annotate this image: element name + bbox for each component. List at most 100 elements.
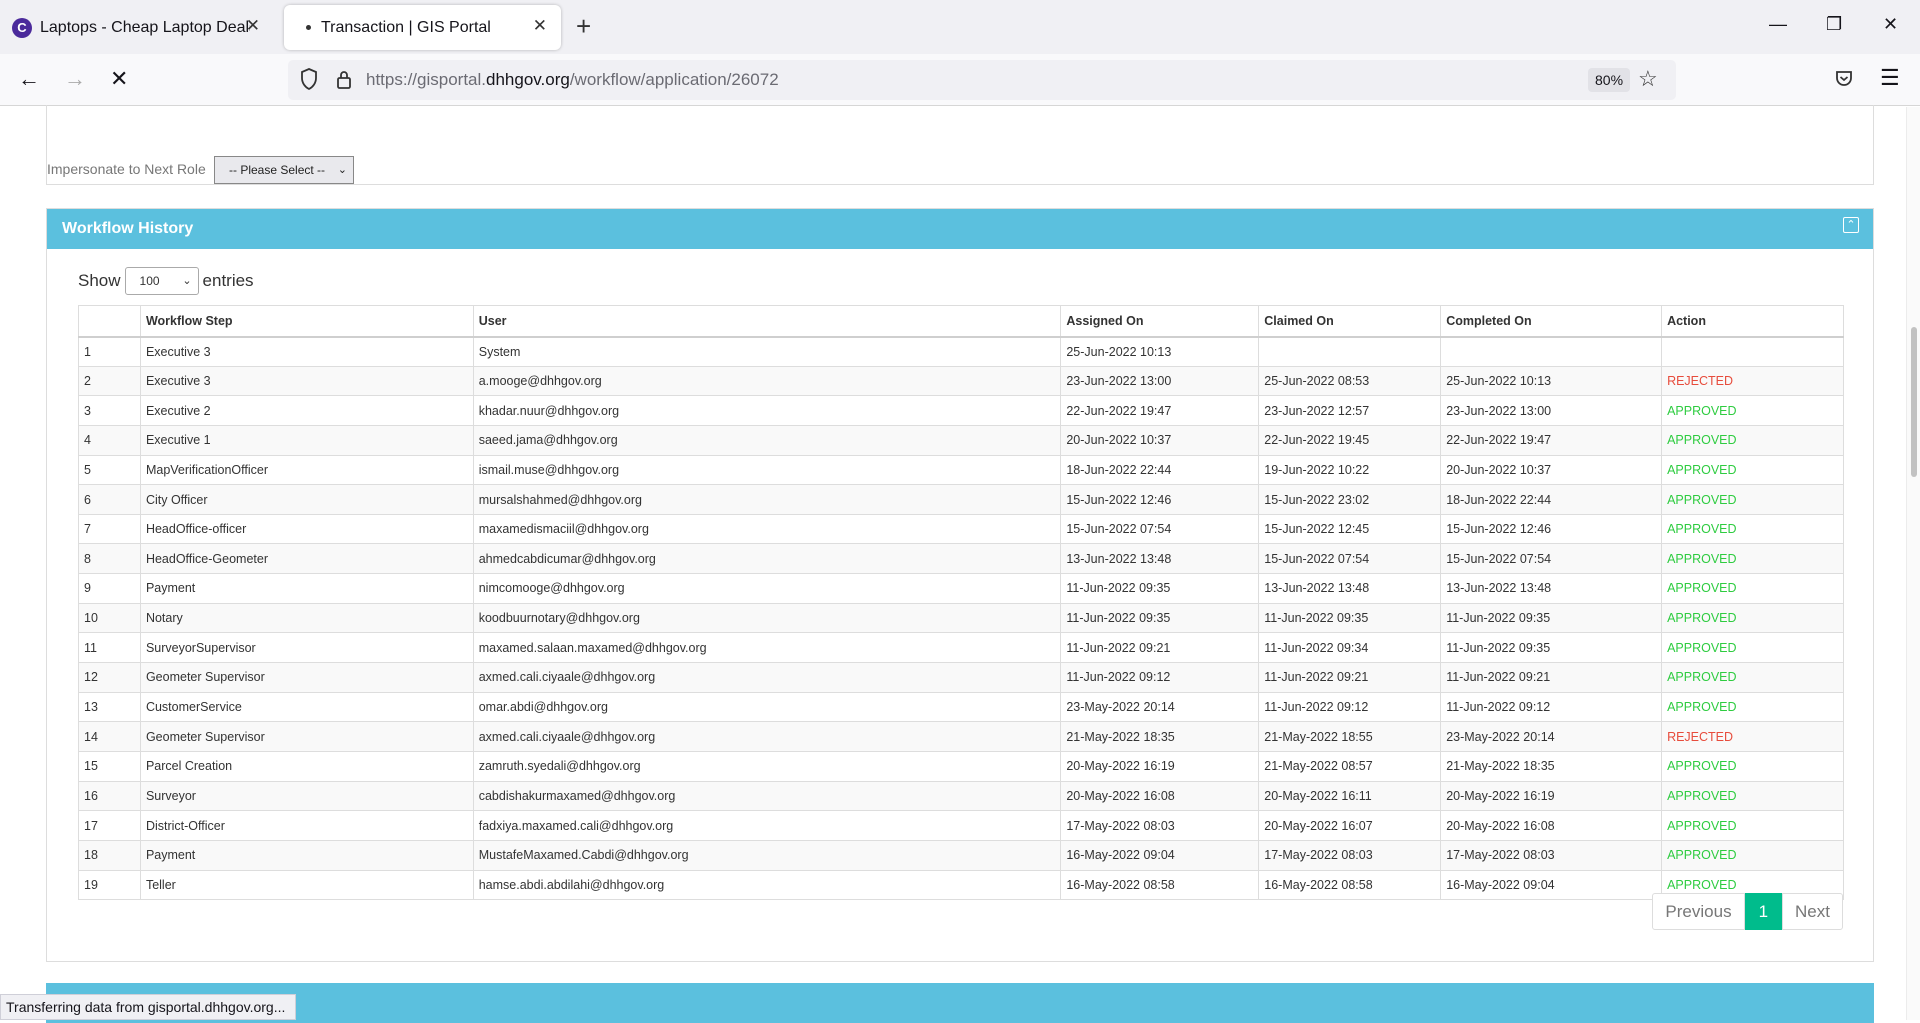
column-header-completed-on[interactable]: Completed On [1440, 305, 1663, 338]
cell-action: APPROVED [1661, 691, 1844, 723]
cell-action: REJECTED [1661, 721, 1844, 752]
cell-user: zamruth.syedali@dhhgov.org [472, 750, 1062, 782]
cell-assigned-on: 11-Jun-2022 09:35 [1060, 573, 1260, 604]
table-row: 17 District-Officer fadxiya.maxamed.cali@d… [78, 810, 1844, 841]
next-page-button[interactable]: Next [1782, 893, 1843, 930]
cell-workflow-step: Executive 2 [139, 395, 474, 426]
cell-workflow-step: Executive 3 [139, 365, 474, 397]
table-row: 19 Teller hamse.abdi.abdilahi@dhhgov.org 16… [78, 869, 1844, 901]
url-prefix: https://gisportal. [366, 70, 487, 89]
table-header-row: Workflow Step User Assigned On Claimed O… [78, 305, 1844, 338]
column-header-user[interactable]: User [472, 305, 1062, 338]
new-tab-icon[interactable]: + [576, 13, 591, 39]
table-row: 16 Surveyor cabdishakurmaxamed@dhhgov.org 2… [78, 780, 1844, 812]
collapse-chevron-up-icon[interactable]: ⌃ [1843, 217, 1859, 233]
cell-index: 1 [78, 336, 141, 367]
cell-index: 18 [78, 839, 141, 871]
next-panel-header[interactable] [46, 983, 1874, 1023]
cell-completed-on: 11-Jun-2022 09:35 [1440, 602, 1663, 634]
column-header-claimed-on[interactable]: Claimed On [1258, 305, 1442, 338]
tab-laptops[interactable]: C Laptops - Cheap Laptop Deals | ✕ [4, 5, 274, 50]
cell-user: maxamed.salaan.maxamed@dhhgov.org [472, 632, 1062, 664]
cell-workflow-step: HeadOffice-officer [139, 513, 474, 545]
cell-index: 3 [78, 395, 141, 426]
cell-workflow-step: SurveyorSupervisor [139, 632, 474, 664]
entries-per-page-select[interactable]: 100 ⌄ [124, 267, 199, 295]
url-text[interactable]: https://gisportal.dhhgov.org/workflow/ap… [366, 70, 779, 90]
cell-assigned-on: 20-May-2022 16:19 [1060, 750, 1260, 782]
zoom-level[interactable]: 80% [1588, 68, 1631, 92]
cell-claimed-on: 13-Jun-2022 13:48 [1258, 573, 1442, 604]
menu-hamburger-icon[interactable]: ☰ [1880, 65, 1900, 91]
entries-selected-value: 100 [139, 274, 160, 288]
close-window-icon[interactable]: ✕ [1883, 14, 1898, 35]
cell-assigned-on: 11-Jun-2022 09:35 [1060, 602, 1260, 634]
tab-title: Laptops - Cheap Laptop Deals | [40, 18, 250, 36]
cell-index: 9 [78, 573, 141, 604]
workflow-history-header[interactable]: Workflow History ⌃ [47, 209, 1873, 249]
pocket-icon[interactable] [1834, 69, 1854, 89]
cell-action: APPROVED [1661, 662, 1844, 693]
cell-action: APPROVED [1661, 484, 1844, 515]
cell-action: APPROVED [1661, 543, 1844, 575]
cell-assigned-on: 18-Jun-2022 22:44 [1060, 454, 1260, 486]
column-header-action[interactable]: Action [1661, 305, 1844, 338]
column-header-workflow-step[interactable]: Workflow Step [139, 305, 474, 338]
lock-icon [337, 71, 351, 89]
cell-completed-on: 20-Jun-2022 10:37 [1440, 454, 1663, 486]
back-arrow-icon[interactable]: ← [18, 66, 40, 92]
cell-assigned-on: 23-May-2022 20:14 [1060, 691, 1260, 723]
cell-index: 19 [78, 869, 141, 901]
previous-page-button[interactable]: Previous [1652, 893, 1745, 930]
cell-assigned-on: 25-Jun-2022 10:13 [1060, 336, 1260, 367]
close-tab-icon[interactable]: ✕ [533, 16, 547, 36]
cell-claimed-on: 17-May-2022 08:03 [1258, 839, 1442, 871]
page-scrollbar[interactable] [1906, 107, 1920, 1020]
cell-assigned-on: 20-May-2022 16:08 [1060, 780, 1260, 812]
scrollbar-thumb[interactable] [1911, 327, 1917, 477]
cell-assigned-on: 16-May-2022 08:58 [1060, 869, 1260, 901]
cell-workflow-step: Payment [139, 573, 474, 604]
cell-index: 14 [78, 721, 141, 752]
column-header-index[interactable] [78, 305, 141, 338]
cell-workflow-step: Payment [139, 839, 474, 871]
cell-index: 15 [78, 750, 141, 782]
cell-workflow-step: Parcel Creation [139, 750, 474, 782]
loading-dot-icon [306, 25, 311, 30]
restore-icon[interactable]: ❐ [1826, 14, 1842, 35]
cell-assigned-on: 13-Jun-2022 13:48 [1060, 543, 1260, 575]
cell-assigned-on: 17-May-2022 08:03 [1060, 810, 1260, 841]
page-1-button[interactable]: 1 [1744, 893, 1783, 930]
cell-index: 17 [78, 810, 141, 841]
close-tab-icon[interactable]: ✕ [246, 16, 260, 36]
cell-claimed-on: 11-Jun-2022 09:35 [1258, 602, 1442, 634]
panel-title: Workflow History [62, 220, 194, 237]
cell-claimed-on: 11-Jun-2022 09:21 [1258, 662, 1442, 693]
cell-workflow-step: Executive 1 [139, 424, 474, 456]
stop-loading-icon[interactable]: ✕ [110, 66, 128, 92]
browser-tab-bar: C Laptops - Cheap Laptop Deals | ✕ Trans… [0, 0, 1920, 54]
cell-completed-on: 20-May-2022 16:19 [1440, 780, 1663, 812]
cell-workflow-step: Executive 3 [139, 336, 474, 367]
cell-action: APPROVED [1661, 839, 1844, 871]
impersonate-role-select[interactable]: -- Please Select -- ⌄ [214, 156, 354, 184]
cell-completed-on: 25-Jun-2022 10:13 [1440, 365, 1663, 397]
cell-workflow-step: Notary [139, 602, 474, 634]
minimize-icon[interactable]: — [1769, 14, 1787, 35]
url-bar[interactable]: https://gisportal.dhhgov.org/workflow/ap… [288, 60, 1676, 100]
cell-completed-on: 15-Jun-2022 07:54 [1440, 543, 1663, 575]
bookmark-star-icon[interactable]: ☆ [1638, 66, 1658, 92]
cell-action: APPROVED [1661, 395, 1844, 426]
cell-user: ahmedcabdicumar@dhhgov.org [472, 543, 1062, 575]
table-row: 14 Geometer Supervisor axmed.cali.ciyaale@… [78, 721, 1844, 752]
column-header-assigned-on[interactable]: Assigned On [1060, 305, 1260, 338]
cell-completed-on: 11-Jun-2022 09:35 [1440, 632, 1663, 664]
cell-completed-on: 22-Jun-2022 19:47 [1440, 424, 1663, 456]
browser-nav-bar: ← → ✕ https://gisportal.dhhgov.org/workf… [0, 54, 1920, 106]
forward-arrow-icon[interactable]: → [64, 66, 86, 92]
cell-claimed-on: 16-May-2022 08:58 [1258, 869, 1442, 901]
cell-index: 2 [78, 365, 141, 397]
tab-transaction[interactable]: Transaction | GIS Portal ✕ [284, 5, 561, 50]
cell-user: axmed.cali.ciyaale@dhhgov.org [472, 721, 1062, 752]
cell-user: saeed.jama@dhhgov.org [472, 424, 1062, 456]
